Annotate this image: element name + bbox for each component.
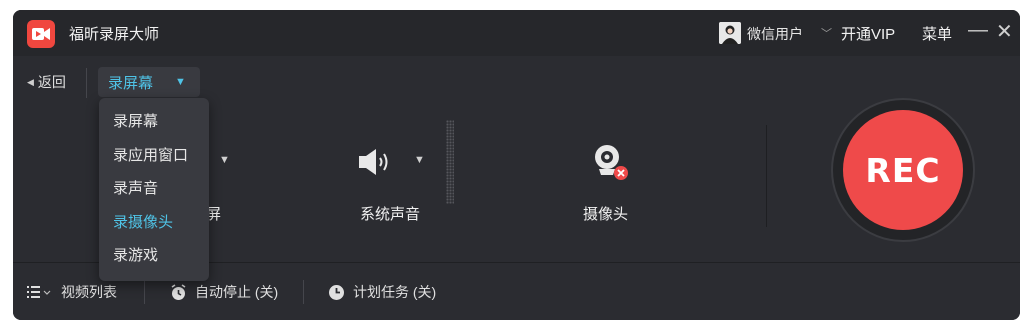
system-audio-label: 系统声音 [360, 206, 421, 223]
app-window: 福昕录屏大师 微信用户 ﹀ 开通VIP 菜单 — ✕ ◀ 返回 录屏幕 ▼ ▼ … [13, 10, 1020, 320]
back-arrow-icon: ◀ [27, 76, 34, 87]
menu-item-record-webcam[interactable]: 录摄像头 [99, 205, 209, 239]
divider [144, 280, 145, 304]
webcam-icon[interactable] [588, 142, 630, 184]
caret-down-icon: ▼ [175, 76, 186, 88]
auto-stop-button[interactable]: 自动停止 (关) [170, 282, 278, 302]
mode-dropdown-menu: 录屏幕 录应用窗口 录声音 录摄像头 录游戏 [99, 98, 209, 281]
speaker-icon[interactable] [359, 146, 407, 178]
menu-item-record-game[interactable]: 录游戏 [99, 238, 209, 272]
menu-item-record-audio[interactable]: 录声音 [99, 171, 209, 205]
camera-label: 摄像头 [583, 206, 629, 223]
auto-stop-label: 自动停止 (关) [195, 284, 279, 300]
video-list-button[interactable]: 视频列表 [27, 282, 117, 302]
drag-handle[interactable] [446, 120, 454, 204]
schedule-task-label: 计划任务 (关) [353, 284, 437, 300]
record-button[interactable]: REC [843, 110, 963, 230]
close-button[interactable]: ✕ [996, 19, 1013, 44]
menu-button[interactable]: 菜单 [922, 23, 952, 44]
mode-select[interactable]: 录屏幕 ▼ [98, 67, 200, 97]
app-title: 福昕录屏大师 [69, 26, 160, 43]
divider [766, 125, 767, 227]
schedule-task-button[interactable]: 计划任务 (关) [328, 282, 436, 302]
mode-select-value: 录屏幕 [108, 74, 154, 92]
vip-upgrade-button[interactable]: 开通VIP [841, 23, 895, 44]
list-icon [27, 286, 51, 298]
record-button-ring: REC [831, 98, 975, 242]
alarm-clock-icon [171, 283, 186, 300]
chevron-down-icon[interactable]: ﹀ [821, 25, 832, 41]
back-button[interactable]: ◀ 返回 [27, 72, 66, 92]
video-list-label: 视频列表 [61, 284, 117, 300]
screen-options-caret-icon[interactable]: ▼ [219, 154, 230, 166]
minimize-button[interactable]: — [968, 19, 988, 42]
title-bar: 福昕录屏大师 微信用户 ﹀ 开通VIP 菜单 — ✕ [13, 10, 1020, 56]
back-label: 返回 [37, 74, 66, 90]
clock-icon [329, 284, 344, 300]
menu-item-record-screen[interactable]: 录屏幕 [99, 104, 209, 138]
audio-options-caret-icon[interactable]: ▼ [414, 154, 425, 166]
user-name[interactable]: 微信用户 [747, 24, 803, 44]
divider [303, 280, 304, 304]
divider [86, 68, 87, 98]
user-avatar[interactable] [719, 22, 741, 44]
app-logo-icon [27, 20, 55, 48]
menu-item-record-app-window[interactable]: 录应用窗口 [99, 138, 209, 172]
